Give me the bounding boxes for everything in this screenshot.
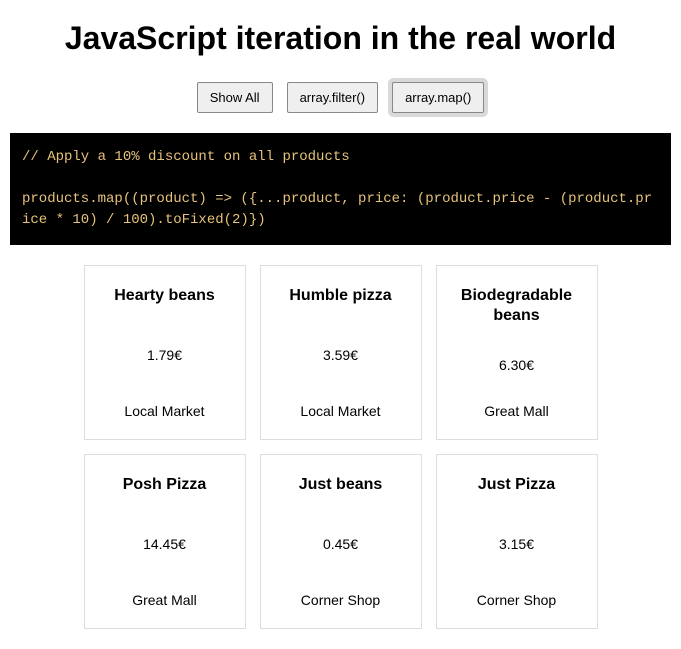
page-title: JavaScript iteration in the real world (10, 20, 671, 57)
map-button[interactable]: array.map() (392, 82, 484, 113)
product-price: 3.15€ (499, 536, 534, 552)
product-price: 6.30€ (499, 357, 534, 373)
product-card: Just beans 0.45€ Corner Shop (260, 454, 422, 629)
product-name: Just beans (299, 475, 383, 495)
product-store: Corner Shop (301, 592, 380, 608)
filter-button[interactable]: array.filter() (287, 82, 378, 113)
product-price: 1.79€ (147, 347, 182, 363)
product-card: Posh Pizza 14.45€ Great Mall (84, 454, 246, 629)
product-card: Biodegradable beans 6.30€ Great Mall (436, 265, 598, 440)
product-name: Hearty beans (114, 286, 215, 306)
code-block: // Apply a 10% discount on all products … (10, 133, 671, 245)
product-card: Just Pizza 3.15€ Corner Shop (436, 454, 598, 629)
product-price: 14.45€ (143, 536, 186, 552)
product-store: Great Mall (132, 592, 197, 608)
product-price: 0.45€ (323, 536, 358, 552)
product-name: Humble pizza (289, 286, 391, 306)
show-all-button[interactable]: Show All (197, 82, 273, 113)
product-card: Humble pizza 3.59€ Local Market (260, 265, 422, 440)
product-store: Local Market (124, 403, 204, 419)
product-name: Just Pizza (478, 475, 555, 495)
product-name: Posh Pizza (123, 475, 207, 495)
product-name: Biodegradable beans (447, 286, 587, 326)
product-price: 3.59€ (323, 347, 358, 363)
product-card: Hearty beans 1.79€ Local Market (84, 265, 246, 440)
product-grid: Hearty beans 1.79€ Local Market Humble p… (10, 265, 671, 629)
product-store: Corner Shop (477, 592, 556, 608)
product-store: Local Market (300, 403, 380, 419)
product-store: Great Mall (484, 403, 549, 419)
button-row: Show All array.filter() array.map() (10, 82, 671, 113)
